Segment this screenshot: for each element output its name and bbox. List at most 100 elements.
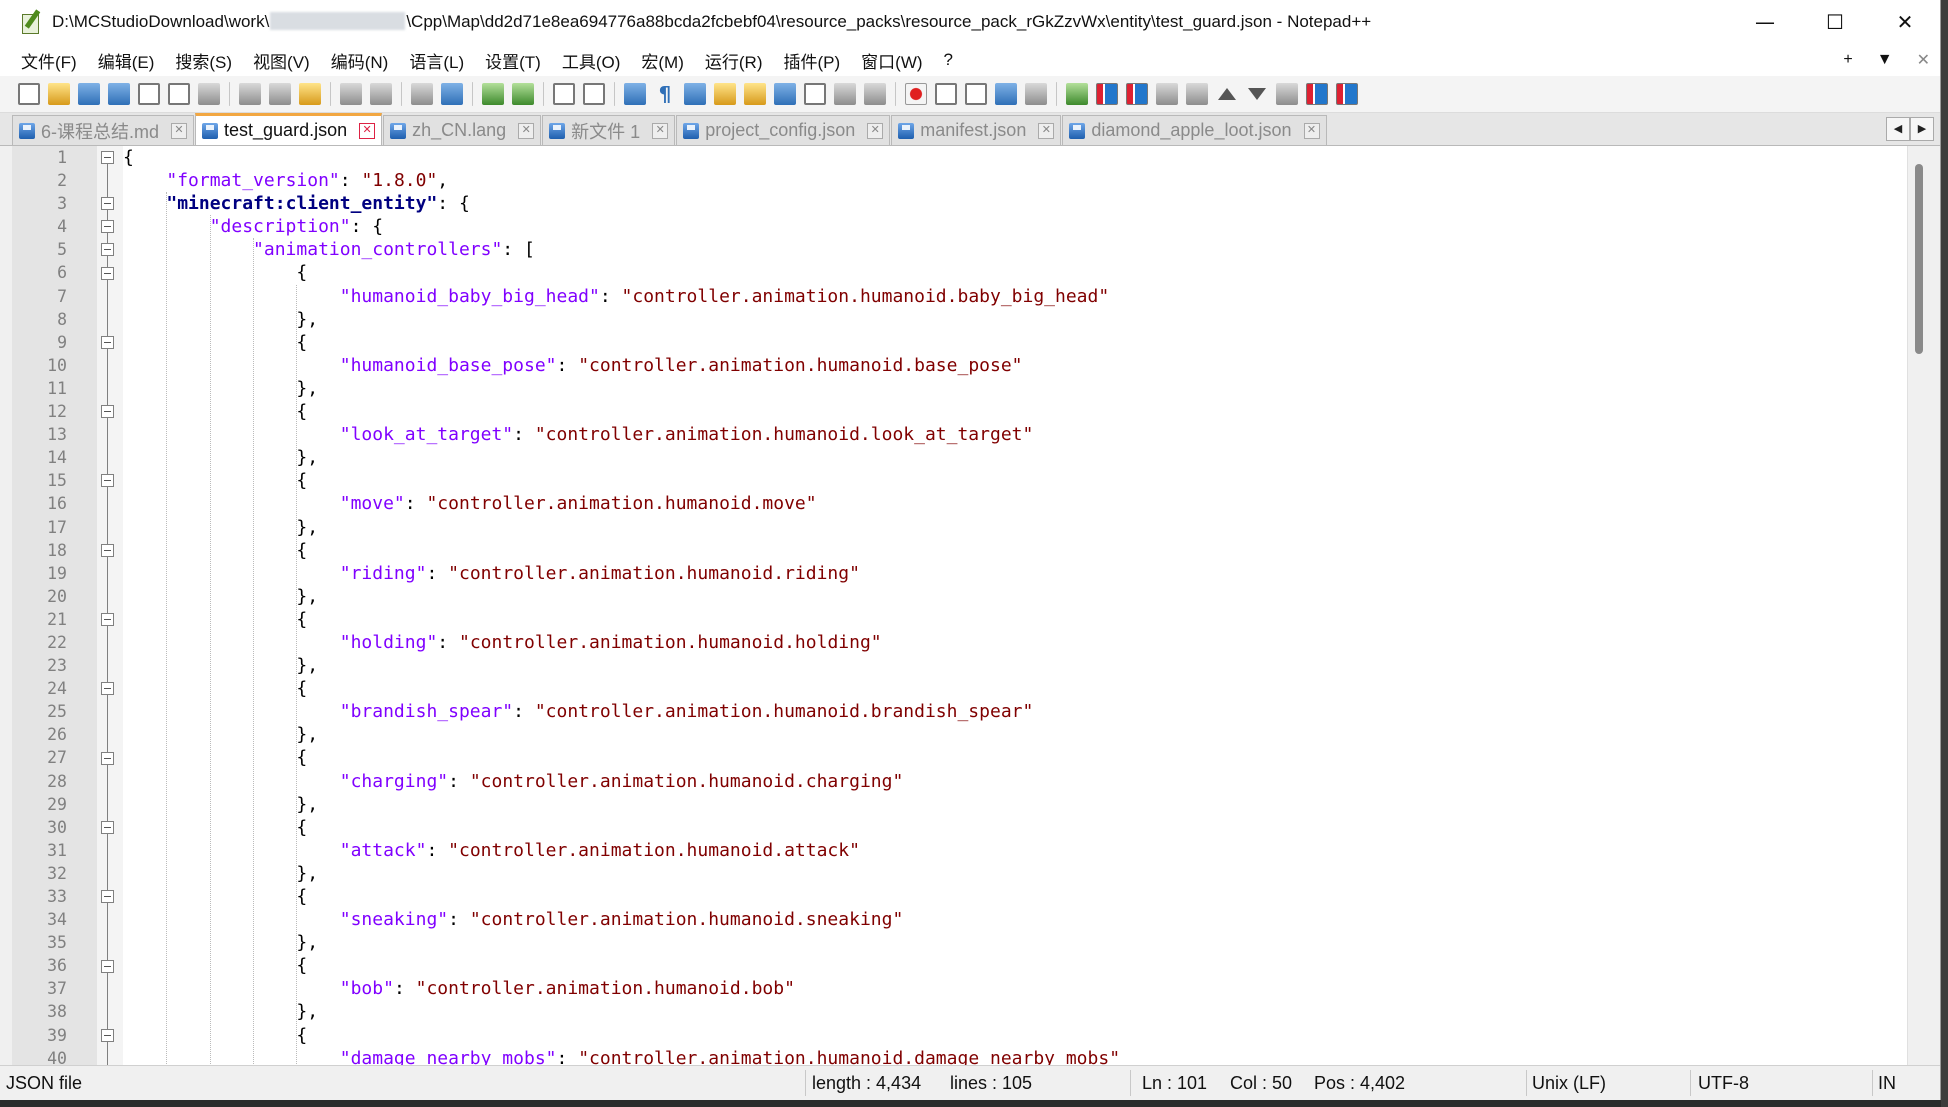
plugin-download-icon[interactable]: [1066, 83, 1088, 105]
vertical-scrollbar[interactable]: [1907, 146, 1930, 1065]
close-button[interactable]: ✕: [1870, 0, 1940, 44]
fold-toggle-icon[interactable]: [101, 266, 114, 280]
fold-toggle-icon[interactable]: [101, 335, 114, 349]
tab-6-course-summary[interactable]: 6-课程总结.md ✕: [12, 115, 195, 145]
menu-help[interactable]: ?: [935, 50, 962, 70]
maximize-button[interactable]: ☐: [1800, 0, 1870, 44]
vertical-scrollbar-thumb[interactable]: [1915, 164, 1923, 354]
menu-settings[interactable]: 设置(T): [476, 48, 550, 73]
plugin-list-icon[interactable]: [1156, 83, 1178, 105]
indent-guide-icon[interactable]: [684, 83, 706, 105]
document-list-icon[interactable]: [774, 83, 796, 105]
sync-horizontal-icon[interactable]: [583, 83, 605, 105]
menu-plugins[interactable]: 插件(P): [774, 48, 849, 73]
menu-view[interactable]: 视图(V): [244, 48, 319, 73]
tab-project-config-json[interactable]: project_config.json ✕: [676, 115, 891, 145]
fold-toggle-icon[interactable]: [101, 613, 114, 627]
fold-toggle-icon[interactable]: [101, 151, 114, 165]
compare-settings-icon[interactable]: [1306, 83, 1328, 105]
menu-macro[interactable]: 宏(M): [632, 48, 692, 73]
tab-scroll-right-button[interactable]: ▶: [1910, 117, 1934, 141]
tab-scroll-left-button[interactable]: ◀: [1886, 117, 1910, 141]
undo-icon[interactable]: [340, 83, 362, 105]
redo-icon[interactable]: [370, 83, 392, 105]
folder-as-workspace-icon[interactable]: [834, 83, 856, 105]
fold-toggle-icon[interactable]: [101, 1028, 114, 1042]
menu-tools[interactable]: 工具(O): [553, 48, 630, 73]
menu-encoding[interactable]: 编码(N): [322, 48, 398, 73]
close-all-icon[interactable]: [168, 83, 190, 105]
tab-close-icon[interactable]: ✕: [1303, 122, 1320, 139]
fold-toggle-icon[interactable]: [101, 682, 114, 696]
cut-icon[interactable]: [239, 83, 261, 105]
plugin-compare-icon[interactable]: [1096, 83, 1118, 105]
navigation-bar-icon[interactable]: [1336, 83, 1358, 105]
copy-icon[interactable]: [269, 83, 291, 105]
tab-list-dropdown-button[interactable]: ▼: [1877, 51, 1893, 69]
show-all-characters-icon[interactable]: ¶: [654, 83, 676, 105]
stop-macro-icon[interactable]: [935, 83, 957, 105]
tab-new-file-1[interactable]: 新文件 1 ✕: [542, 115, 676, 145]
fold-toggle-icon[interactable]: [101, 820, 114, 834]
fold-toggle-icon[interactable]: [101, 197, 114, 211]
menu-run[interactable]: 运行(R): [696, 48, 772, 73]
play-macro-icon[interactable]: [965, 83, 987, 105]
close-file-icon[interactable]: [138, 83, 160, 105]
minimize-button[interactable]: —: [1730, 0, 1800, 44]
fold-toggle-icon[interactable]: [101, 405, 114, 419]
save-macro-icon[interactable]: [1025, 83, 1047, 105]
record-macro-icon[interactable]: [905, 83, 927, 105]
fold-toggle-icon[interactable]: [101, 959, 114, 973]
plugin-diff-icon[interactable]: [1126, 83, 1148, 105]
close-document-button[interactable]: ✕: [1917, 50, 1930, 70]
paste-icon[interactable]: [299, 83, 321, 105]
save-all-icon[interactable]: [108, 83, 130, 105]
tab-zh-cn-lang[interactable]: zh_CN.lang ✕: [383, 115, 542, 145]
next-diff-icon[interactable]: [1248, 88, 1266, 100]
menu-file[interactable]: 文件(F): [12, 48, 86, 73]
new-file-icon[interactable]: [18, 83, 40, 105]
sync-vertical-icon[interactable]: [553, 83, 575, 105]
run-macro-multiple-icon[interactable]: [995, 83, 1017, 105]
new-tab-button[interactable]: +: [1843, 51, 1852, 69]
code-text-area[interactable]: { "format_version": "1.8.0", "minecraft:…: [123, 146, 1907, 1065]
user-defined-language-icon[interactable]: [714, 83, 736, 105]
monitoring-icon[interactable]: [864, 83, 886, 105]
tab-close-icon[interactable]: ✕: [359, 122, 376, 139]
word-wrap-icon[interactable]: [624, 83, 646, 105]
fold-toggle-icon[interactable]: [101, 243, 114, 257]
tab-close-icon[interactable]: ✕: [518, 122, 535, 139]
menu-language[interactable]: 语言(L): [400, 48, 473, 73]
menu-window[interactable]: 窗口(W): [852, 48, 931, 73]
fold-toggle-icon[interactable]: [101, 543, 114, 557]
fold-toggle-icon[interactable]: [101, 474, 114, 488]
previous-diff-icon[interactable]: [1218, 88, 1236, 100]
editor-area[interactable]: 1 2 3 4 5 6 7 8 9 10 11 12 13 14 15 16 17 18 19 20 21 22 23 24 2…: [12, 146, 1930, 1065]
last-diff-icon[interactable]: [1276, 83, 1298, 105]
print-icon[interactable]: [198, 83, 220, 105]
tab-close-icon[interactable]: ✕: [171, 122, 188, 139]
tab-test-guard-json[interactable]: test_guard.json ✕: [195, 113, 383, 145]
tab-close-icon[interactable]: ✕: [867, 122, 884, 139]
fold-toggle-icon[interactable]: [101, 751, 114, 765]
fold-toggle-icon[interactable]: [101, 220, 114, 234]
function-list-icon[interactable]: [804, 83, 826, 105]
replace-icon[interactable]: [441, 83, 463, 105]
fold-margin[interactable]: [97, 146, 123, 1065]
code-punctuation: : {: [350, 216, 384, 238]
find-icon[interactable]: [411, 83, 433, 105]
zoom-out-icon[interactable]: [512, 83, 534, 105]
menu-edit[interactable]: 编辑(E): [89, 48, 164, 73]
save-icon[interactable]: [78, 83, 100, 105]
menu-search[interactable]: 搜索(S): [166, 48, 241, 73]
tab-diamond-apple-loot-json[interactable]: diamond_apple_loot.json ✕: [1062, 115, 1327, 145]
document-map-icon[interactable]: [744, 83, 766, 105]
fold-toggle-icon[interactable]: [101, 890, 114, 904]
title-bar[interactable]: D:\MCStudioDownload\work\ \Cpp\Map\dd2d71…: [0, 0, 1940, 44]
tab-close-icon[interactable]: ✕: [652, 122, 669, 139]
open-file-icon[interactable]: [48, 83, 70, 105]
tab-manifest-json[interactable]: manifest.json ✕: [891, 115, 1062, 145]
tab-close-icon[interactable]: ✕: [1038, 122, 1055, 139]
zoom-in-icon[interactable]: [482, 83, 504, 105]
first-diff-icon[interactable]: [1186, 83, 1208, 105]
